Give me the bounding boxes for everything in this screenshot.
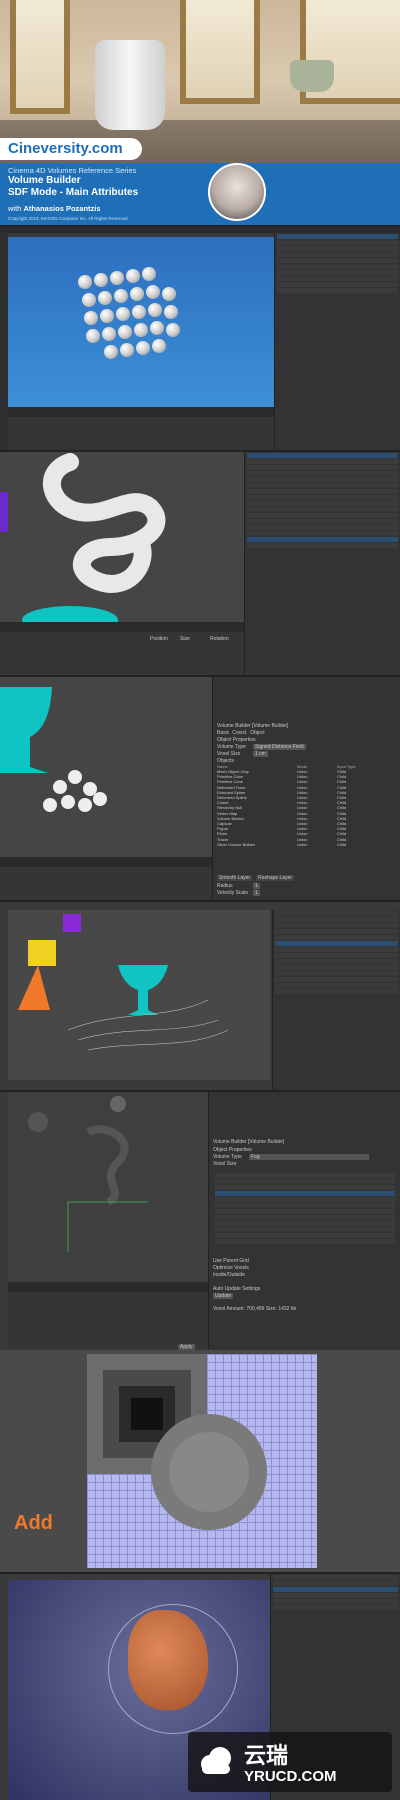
logo-text: Cineversity.com <box>8 140 123 157</box>
object-manager[interactable] <box>272 910 400 1090</box>
window-pane <box>180 0 260 104</box>
tab-object[interactable]: Object <box>250 730 264 736</box>
timeline[interactable] <box>8 1282 208 1292</box>
volume-type-label: Volume Type <box>217 744 246 750</box>
filter-tabs[interactable]: Smooth Layer Reshape Layer <box>217 875 295 881</box>
velocity-label: Velocity Scale <box>217 890 249 896</box>
voxel-grid[interactable] <box>87 1354 317 1568</box>
radius-label: Radius <box>217 883 233 889</box>
list-item-mode: Union <box>297 841 308 847</box>
head-mesh <box>128 1610 208 1710</box>
screenshot-volume-builder-4 <box>0 900 400 1090</box>
voxel-size-field[interactable]: 1 cm <box>253 751 268 757</box>
velocity-field[interactable]: 1 <box>253 890 260 896</box>
attribute-manager[interactable] <box>244 452 400 675</box>
viewport[interactable] <box>8 237 274 407</box>
pitcher-image <box>95 40 165 130</box>
copyright: Copyright 2019, MAXON Computer Inc. All … <box>8 216 128 221</box>
sphere-cluster <box>78 267 188 367</box>
volume-type-select[interactable]: Signed Distance Field <box>253 744 306 750</box>
attribute-manager[interactable]: Volume Builder [Volume Builder] Object P… <box>208 1092 400 1350</box>
operation-overlay-label: Add <box>14 1512 53 1534</box>
left-toolbar[interactable] <box>0 233 8 450</box>
series-title: Cinema 4D Volumes Reference Series <box>8 166 137 175</box>
tube-shape <box>0 453 166 634</box>
object-tab-title: Volume Builder [Volume Builder] <box>217 723 289 729</box>
screenshot-volume-builder-1 <box>0 225 400 450</box>
tab-smooth-layer[interactable]: Smooth Layer <box>217 875 253 881</box>
viewport[interactable] <box>0 452 244 634</box>
cloud-icon <box>201 1747 231 1774</box>
section-title: Object Properties <box>217 737 256 743</box>
objects-list[interactable] <box>213 1172 397 1245</box>
voxel-size-label: Voxel Size <box>217 751 241 757</box>
fog-objects <box>28 1096 148 1252</box>
list-item-name: Other Volume Builder <box>217 841 256 847</box>
coordinates-manager[interactable]: Apply <box>8 1292 208 1350</box>
volume-type-select[interactable]: Fog <box>249 1154 369 1160</box>
radius-field[interactable]: 1 <box>253 883 260 889</box>
rotation-label: Rotation <box>210 636 229 642</box>
screenshot-volume-builder-2: Position Size Rotation <box>0 450 400 675</box>
watermark: 云瑞 YRUCD.COM <box>188 1732 392 1792</box>
use-parent-grid[interactable]: Use Parent Grid <box>213 1258 249 1264</box>
inside-outside[interactable]: Inside/Outside <box>213 1272 245 1278</box>
tab-basic[interactable]: Basic <box>217 730 229 736</box>
author-prefix: with <box>8 204 22 213</box>
attribute-manager[interactable]: Volume Builder [Volume Builder] Basic Co… <box>212 677 400 900</box>
lesson-title: Volume Builder <box>8 175 81 186</box>
title-banner: Cinema 4D Volumes Reference Series Volum… <box>0 163 400 225</box>
viewport[interactable] <box>0 677 212 857</box>
object-tab-title: Volume Builder [Volume Builder] <box>213 1139 285 1145</box>
list-item[interactable]: Other Volume Builder Union Child <box>217 842 397 847</box>
object-manager[interactable] <box>274 233 400 450</box>
watermark-en: YRUCD.COM <box>244 1768 337 1785</box>
lesson-subtitle: SDF Mode - Main Attributes <box>8 187 139 198</box>
viewport[interactable] <box>8 910 270 1080</box>
viewport[interactable] <box>8 1092 208 1282</box>
coordinates-manager[interactable]: Position Size Rotation <box>0 632 244 675</box>
optimize-voxels[interactable]: Optimize Voxels <box>213 1265 249 1271</box>
voxel-count: Voxel Amount: 700,456 Size: 1432 kb <box>213 1306 297 1312</box>
timeline[interactable] <box>0 857 212 867</box>
list-item-input: Child <box>337 841 347 847</box>
screenshot-volume-builder-3: Volume Builder [Volume Builder] Basic Co… <box>0 675 400 900</box>
size-label: Size <box>180 636 190 642</box>
voxel-size-label: Voxel Size <box>213 1161 237 1167</box>
coordinates-manager[interactable] <box>8 417 274 450</box>
timeline[interactable] <box>0 622 244 632</box>
author-name: Athanasios Pozantzis <box>23 204 101 213</box>
position-label: Position <box>150 636 168 642</box>
tab-coord[interactable]: Coord. <box>232 730 247 736</box>
window-pane <box>10 0 70 114</box>
update-button[interactable]: Update <box>213 1293 234 1299</box>
objects-list[interactable]: Name Mode Input Type Mesh Object Only Union… <box>217 764 397 847</box>
auto-update[interactable]: Auto Update Settings <box>213 1286 260 1292</box>
watermark-cn: 云瑞 <box>244 1743 289 1768</box>
scene-primitives <box>18 914 229 1051</box>
cineversity-logo[interactable]: Cineversity.com <box>0 138 142 160</box>
author-avatar <box>208 163 266 221</box>
glass-and-spheres <box>0 687 107 812</box>
cup-image <box>290 60 334 92</box>
timeline[interactable] <box>8 407 274 417</box>
screenshot-volume-builder-5: Apply Volume Builder [Volume Builder] Ob… <box>0 1090 400 1350</box>
tab-reshape-layer[interactable]: Reshape Layer <box>256 875 295 881</box>
coordinates-manager[interactable] <box>0 867 212 900</box>
author-line: with Athanasios Pozantzis <box>8 204 101 213</box>
volume-type-label: Volume Type <box>213 1154 242 1160</box>
tab-row[interactable]: Basic Coord. Object <box>217 730 265 736</box>
sdf-shapes <box>87 1354 267 1530</box>
section-title: Object Properties <box>213 1147 252 1153</box>
